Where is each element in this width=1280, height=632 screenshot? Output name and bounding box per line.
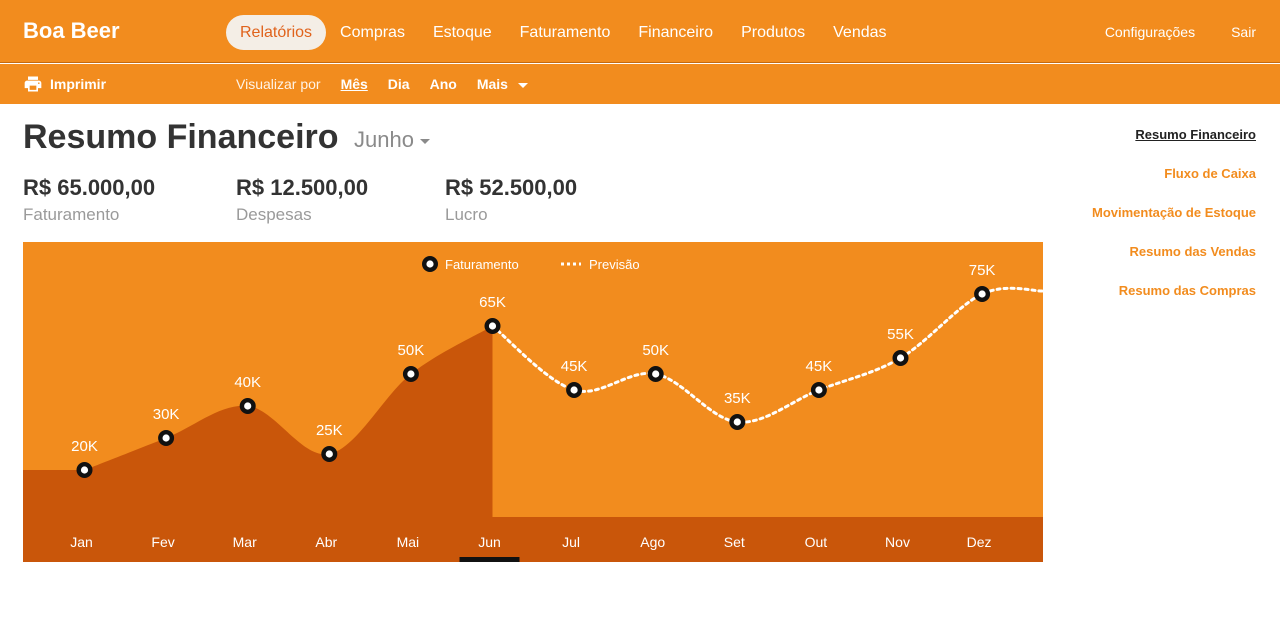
legend-label-previsao: Previsão [589,257,640,272]
data-label-out: 45K [806,358,833,375]
data-point-center-abr [325,450,333,458]
link-movimentacao-estoque[interactable]: Movimentação de Estoque [1092,205,1256,244]
view-option-mes[interactable]: Mês [341,76,368,92]
selected-month-indicator [459,557,520,562]
data-point-center-mar [244,402,252,410]
x-tick-jan: Jan [70,534,93,550]
nav-vendas[interactable]: Vendas [819,15,900,50]
data-label-mai: 50K [398,342,425,359]
x-tick-mar: Mar [233,534,257,550]
data-point-center-set [733,418,741,426]
data-point-center-ago [652,370,660,378]
view-option-ano[interactable]: Ano [430,76,457,92]
nav-financeiro[interactable]: Financeiro [624,15,727,50]
chart-svg: 20K Jan 30K Fev 40K Mar 25K Abr 50K Mai 65K Jun 45K J… [23,242,1043,562]
report-links: Resumo Financeiro Fluxo de Caixa Movimen… [1092,127,1256,322]
x-tick-dez: Dez [967,534,992,550]
data-label-abr: 25K [316,422,343,439]
link-resumo-financeiro[interactable]: Resumo Financeiro [1092,127,1256,166]
app-logo[interactable]: Boa Beer [23,18,120,44]
printer-icon [24,76,42,92]
month-label: Junho [354,127,414,152]
data-point-center-jun [488,322,497,330]
data-point-center-fev [162,434,170,442]
stat-faturamento: R$ 65.000,00 Faturamento [23,175,155,225]
nav-faturamento[interactable]: Faturamento [506,15,625,50]
stat-label: Faturamento [23,205,120,224]
data-point-center-nov [896,354,905,362]
x-tick-nov: Nov [885,534,910,550]
x-tick-jul: Jul [562,534,580,550]
settings-link[interactable]: Configurações [1105,24,1195,40]
x-tick-fev: Fev [151,534,174,550]
logout-link[interactable]: Sair [1231,24,1256,40]
data-point-center-jan [80,466,89,474]
stat-value: R$ 65.000,00 [23,175,156,200]
data-label-dez: 75K [969,262,996,279]
x-tick-out: Out [805,534,828,550]
data-label-set: 35K [724,390,751,407]
x-tick-set: Set [724,534,745,550]
stat-lucro: R$ 52.500,00 Lucro [445,175,577,225]
revenue-chart: 20K Jan 30K Fev 40K Mar 25K Abr 50K Mai 65K Jun 45K J… [23,242,1043,562]
top-bar: Boa Beer Relatórios Compras Estoque Fatu… [0,0,1280,63]
data-label-ago: 50K [642,342,669,359]
page-title: Resumo Financeiro [23,118,339,156]
main-nav: Relatórios Compras Estoque Faturamento F… [226,15,901,50]
data-label-jul: 45K [561,358,588,375]
chevron-down-icon [419,138,430,144]
stat-label: Despesas [236,205,312,224]
user-menu: Configurações Sair [1069,24,1256,40]
print-label: Imprimir [50,76,107,92]
nav-produtos[interactable]: Produtos [727,15,819,50]
legend-marker-center-faturamento [426,260,434,268]
nav-compras[interactable]: Compras [326,15,419,50]
data-label-fev: 30K [153,406,180,423]
data-point-center-mai [407,370,415,378]
nav-relatorios[interactable]: Relatórios [226,15,327,50]
view-option-mais[interactable]: Mais [477,76,528,92]
data-point-center-jul [570,386,578,394]
view-option-dia[interactable]: Dia [388,76,410,92]
toolbar: Imprimir Visualizar por Mês Dia Ano Mais [0,64,1280,104]
data-label-mar: 40K [234,374,261,391]
stat-label: Lucro [445,205,488,224]
stat-value: R$ 12.500,00 [236,175,369,200]
stat-despesas: R$ 12.500,00 Despesas [236,175,368,225]
view-option-mais-label: Mais [476,76,508,92]
view-by: Visualizar por Mês Dia Ano Mais [236,76,548,92]
data-label-nov: 55K [887,326,914,343]
month-selector[interactable]: Junho [354,127,430,153]
data-label-jun: 65K [479,294,506,311]
nav-estoque[interactable]: Estoque [419,15,506,50]
x-tick-mai: Mai [397,534,420,550]
x-tick-ago: Ago [640,534,665,550]
link-fluxo-caixa[interactable]: Fluxo de Caixa [1092,166,1256,205]
stat-value: R$ 52.500,00 [445,175,578,200]
print-button[interactable]: Imprimir [23,74,106,94]
view-by-label: Visualizar por [236,76,321,92]
data-label-jan: 20K [71,438,98,455]
link-resumo-vendas[interactable]: Resumo das Vendas [1092,244,1256,283]
x-tick-jun: Jun [478,534,501,550]
x-tick-abr: Abr [315,534,337,550]
data-point-center-dez [978,290,986,298]
chevron-down-icon [517,82,528,88]
data-point-center-out [815,386,823,394]
legend-label-faturamento: Faturamento [445,257,519,272]
link-resumo-compras[interactable]: Resumo das Compras [1092,283,1256,322]
